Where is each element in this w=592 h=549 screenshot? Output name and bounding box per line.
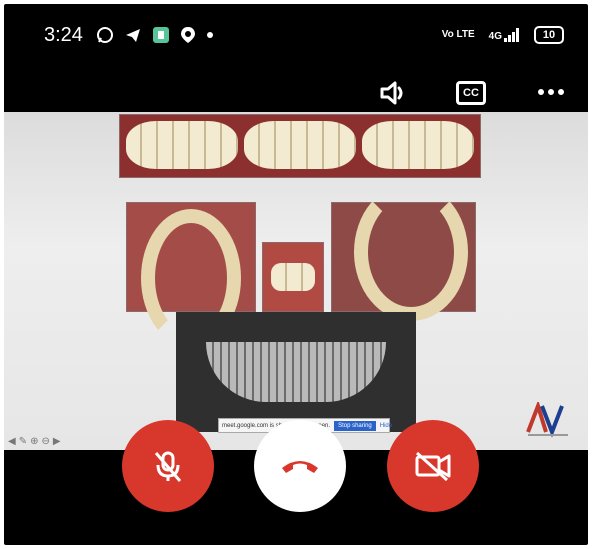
notification-icons	[96, 26, 214, 44]
mute-microphone-button[interactable]	[122, 420, 214, 512]
panoramic-xray	[176, 312, 416, 432]
telegram-icon	[126, 29, 140, 42]
left-occlusion-image	[362, 121, 474, 169]
right-occlusion-image	[126, 121, 238, 169]
slide-navigation: ◀ ✎ ⊕ ⊖ ▶	[8, 436, 61, 447]
company-logo	[526, 402, 568, 438]
system-indicators: Vo LTE 4G 10	[442, 26, 564, 44]
maps-icon	[181, 27, 195, 43]
end-call-icon	[282, 461, 318, 473]
volte-indicator: Vo LTE	[441, 29, 475, 40]
captions-button[interactable]: CC	[456, 81, 486, 105]
previous-slide-icon[interactable]: ◀	[8, 436, 16, 447]
call-toolbar: CC	[4, 79, 588, 115]
upper-arch-photo	[126, 202, 256, 347]
hide-button[interactable]: Hide	[380, 423, 392, 429]
camera-toggle-button[interactable]	[387, 420, 479, 512]
app-icon	[153, 27, 169, 43]
pen-icon[interactable]: ✎	[19, 436, 27, 447]
microphone-off-icon	[154, 451, 182, 482]
status-bar: 3:24 Vo LTE 4G 10	[4, 4, 588, 64]
frontal-teeth-photo	[119, 114, 481, 178]
end-call-button[interactable]	[254, 420, 346, 512]
phone-screen: 3:24 Vo LTE 4G 10 CC meet.google.com is …	[4, 4, 588, 545]
lower-arch-photo	[331, 183, 476, 321]
dot-icon	[207, 32, 213, 38]
more-options-icon[interactable]	[536, 85, 566, 99]
front-occlusion-image	[244, 121, 356, 169]
signal-indicator: 4G	[489, 28, 520, 42]
next-slide-icon[interactable]: ▶	[53, 436, 61, 447]
clock: 3:24	[44, 24, 83, 46]
battery-indicator: 10	[534, 26, 564, 44]
signal-bars-icon	[504, 28, 519, 42]
stop-sharing-button[interactable]: Stop sharing	[334, 420, 376, 431]
profile-teeth-photo	[262, 242, 324, 312]
zoom-in-icon[interactable]: ⊕	[30, 436, 38, 447]
camera-off-icon	[415, 451, 451, 482]
zoom-out-icon[interactable]: ⊖	[41, 436, 49, 447]
speaker-icon[interactable]	[378, 79, 408, 107]
whatsapp-icon	[97, 27, 113, 43]
captions-label: CC	[463, 87, 479, 99]
shared-screen: meet.google.com is sharing your screen. …	[4, 112, 588, 450]
